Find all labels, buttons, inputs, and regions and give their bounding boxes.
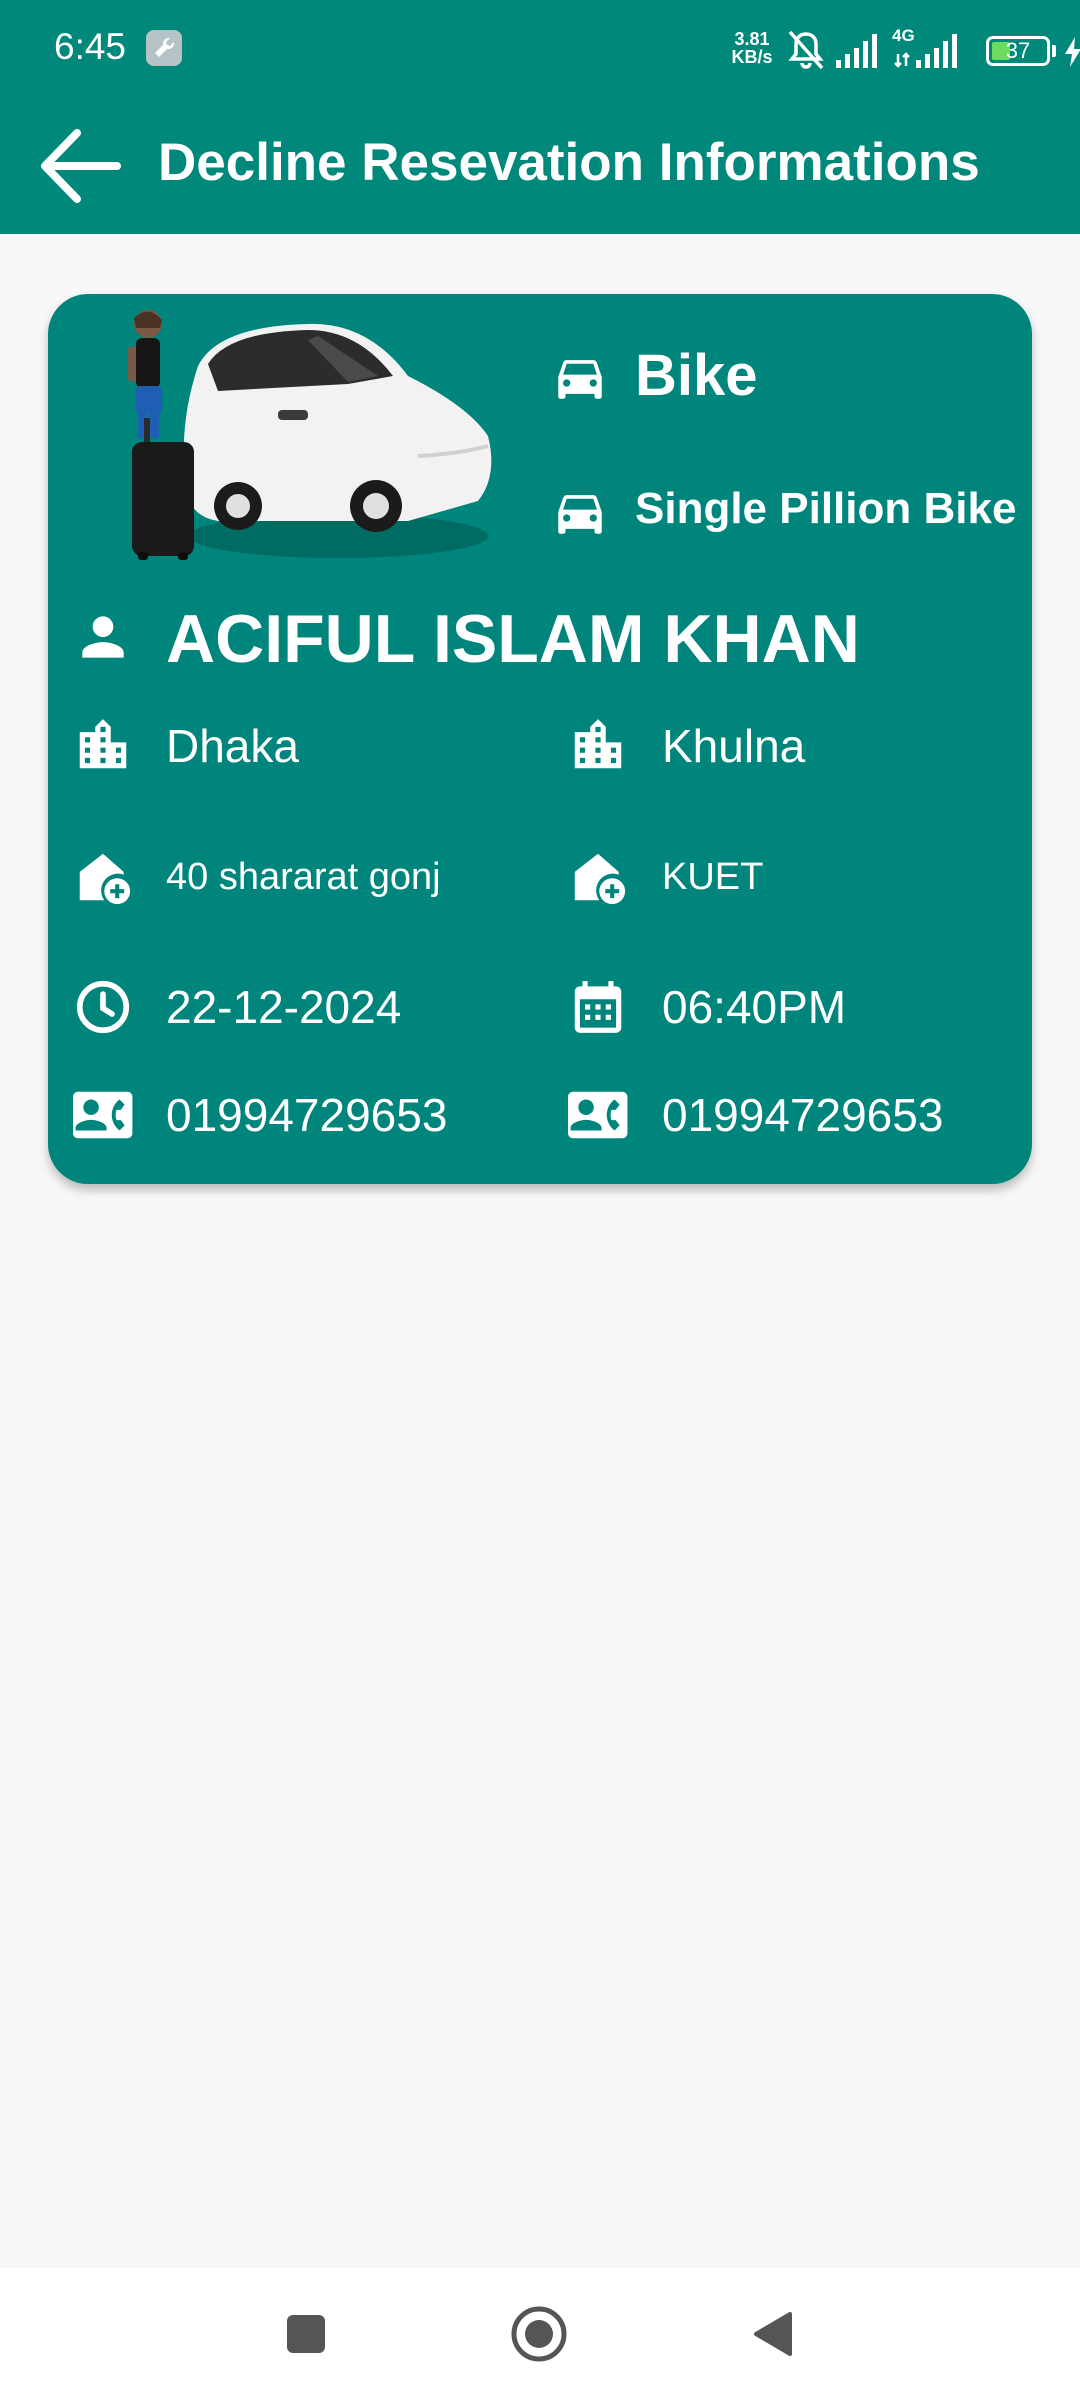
status-icons: 3.81 KB/s 4G 37	[724, 22, 1080, 74]
net-speed-unit: KB/s	[731, 47, 773, 67]
home-add-icon	[574, 853, 626, 905]
contact-phone-icon	[568, 1091, 628, 1139]
recents-button[interactable]	[260, 2288, 352, 2380]
car-icon	[558, 495, 602, 534]
page-title: Decline Resevation Informations	[158, 133, 980, 192]
back-nav-button[interactable]	[726, 2288, 818, 2380]
back-button[interactable]	[20, 106, 140, 226]
system-nav-bar	[0, 2268, 1080, 2400]
battery-tip	[1052, 45, 1056, 57]
net-speed: 3.81 KB/s	[724, 30, 780, 66]
vehicle-image	[128, 310, 492, 560]
dropoff-city: Khulna	[662, 720, 806, 772]
net-speed-value: 3.81	[734, 29, 770, 49]
battery-level: 37	[1005, 38, 1031, 63]
home-button[interactable]	[493, 2288, 585, 2380]
pickup-city: Dhaka	[166, 720, 299, 772]
bell-off-icon	[788, 30, 824, 70]
home-add-icon	[79, 853, 131, 905]
vehicle-type: Bike	[635, 343, 758, 408]
signal-4g-icon	[894, 34, 957, 68]
passenger-phone[interactable]: 01994729653	[166, 1088, 447, 1142]
calendar-icon	[574, 981, 622, 1033]
car-icon	[558, 360, 602, 399]
battery-icon: 37	[986, 36, 1050, 66]
square-icon	[287, 2315, 325, 2353]
driver-phone[interactable]: 01994729653	[662, 1088, 943, 1142]
status-time: 6:45	[54, 26, 127, 67]
vehicle-subtype: Single Pillion Bike	[635, 484, 1017, 533]
app-bar: Decline Resevation Informations	[0, 96, 1080, 234]
person-icon	[82, 616, 124, 658]
pickup-address: 40 shararat gonj	[166, 856, 441, 898]
city-icon	[79, 719, 127, 769]
wrench-icon	[146, 30, 182, 66]
charging-icon	[1065, 37, 1080, 67]
reservation-date: 22-12-2024	[166, 981, 402, 1033]
contact-phone-icon	[73, 1091, 133, 1139]
home-circle-icon	[511, 2306, 567, 2362]
reservation-time: 06:40PM	[662, 981, 847, 1033]
triangle-back-icon	[754, 2312, 792, 2356]
city-icon	[574, 719, 622, 769]
status-bar: 6:45 3.81 KB/s 4G 37	[0, 0, 1080, 96]
dropoff-address: KUET	[662, 856, 764, 898]
arrow-back-icon	[41, 129, 121, 203]
reservation-card[interactable]: Bike Single Pillion Bike ACIFUL ISLAM KH…	[48, 294, 1032, 1184]
clock-icon	[76, 980, 130, 1034]
signal-icon	[836, 34, 877, 68]
passenger-name: ACIFUL ISLAM KHAN	[166, 601, 860, 677]
